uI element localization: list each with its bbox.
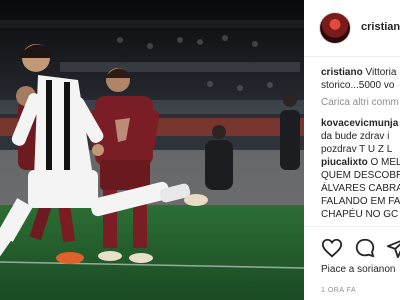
comment-username: kovacevicmunja xyxy=(321,117,400,130)
comment-line: QUEM DESCOBR xyxy=(321,170,400,181)
comment-bubble-icon[interactable] xyxy=(354,237,376,259)
comment-line: da bude zdrav i xyxy=(321,131,390,142)
comment-line: pozdrav T U Z L xyxy=(321,144,393,155)
post-username[interactable]: cristiano xyxy=(361,21,400,33)
comment-header-2: piucalixto O MEL xyxy=(321,156,400,169)
share-icon[interactable] xyxy=(386,237,400,259)
action-bar xyxy=(304,226,400,267)
post-side-panel: cristiano cristiano Vittoria storico...5… xyxy=(304,0,400,300)
comment-line: CHAPÉU NO GC xyxy=(321,209,399,220)
comment-line: ÁLVARES CABRA xyxy=(321,183,400,194)
load-more-comments-link[interactable]: Carica altri comm xyxy=(321,97,399,108)
post-header: cristiano xyxy=(304,0,400,57)
caption-text: Vittoria xyxy=(365,67,397,78)
comment-line: FALANDO EM FA xyxy=(321,196,400,207)
likes-summary[interactable]: Piace a sorianon xyxy=(321,264,396,275)
caption-line-1: cristiano Vittoria xyxy=(321,66,400,79)
avatar[interactable] xyxy=(320,13,350,43)
comment-text: O MEL xyxy=(370,157,400,168)
post-photo[interactable] xyxy=(0,0,304,300)
comment-username-1[interactable]: kovacevicmunja xyxy=(321,118,398,129)
comment-username-2[interactable]: piucalixto xyxy=(321,157,368,168)
penalty-kick-photo xyxy=(0,0,304,300)
caption-username[interactable]: cristiano xyxy=(321,67,363,78)
heart-icon[interactable] xyxy=(321,237,343,259)
caption-line-2: storico...5000 vo xyxy=(321,80,395,91)
post-timestamp: 1 ORA FA xyxy=(321,287,357,294)
